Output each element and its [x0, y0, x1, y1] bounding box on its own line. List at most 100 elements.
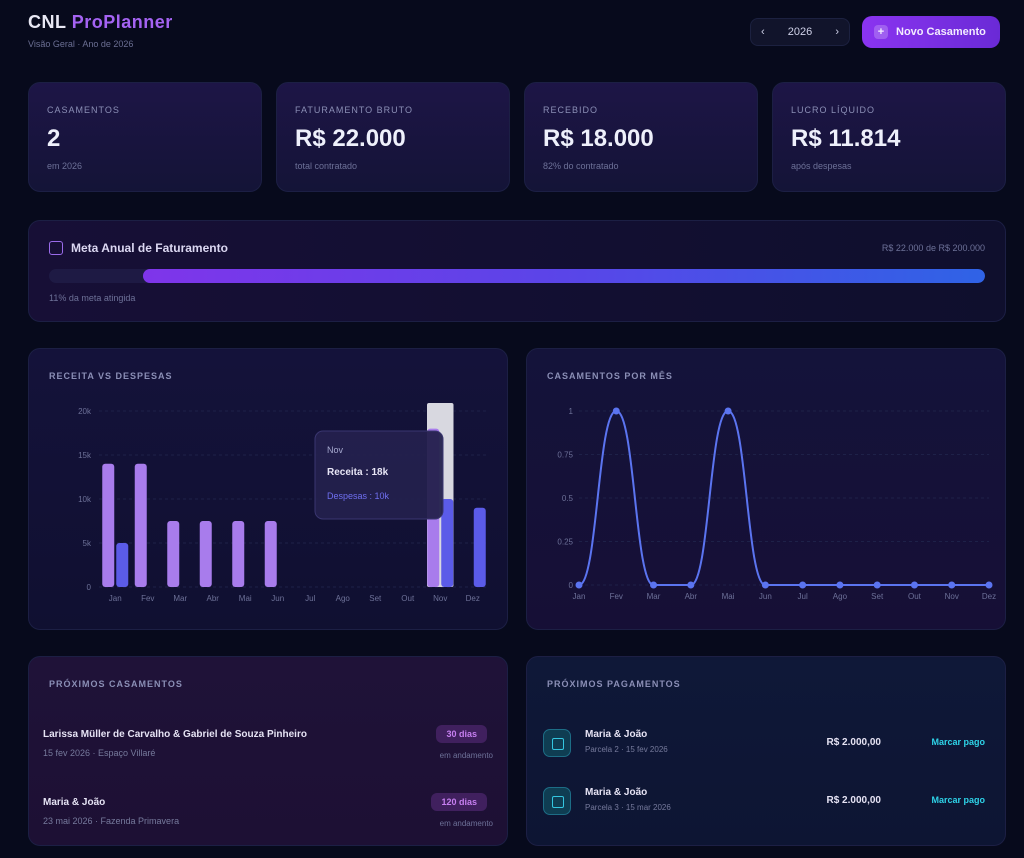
logo-part1: CNL: [28, 12, 67, 32]
goal-progress-fill: [142, 269, 985, 283]
stat-card-weddings: Casamentos 2 em 2026: [28, 82, 262, 192]
x-tick-label: Abr: [207, 594, 220, 603]
x-tick-label: Ago: [336, 594, 351, 603]
x-tick-label: Mar: [647, 592, 661, 601]
upcoming-weddings-panel: Próximos Casamentos Larissa Müller de Ca…: [28, 656, 508, 846]
x-tick-label: Jun: [271, 594, 284, 603]
stat-label: Recebido: [543, 105, 599, 115]
chevron-left-icon[interactable]: ‹: [761, 26, 765, 38]
goal-range: R$ 22.000 de R$ 200.000: [881, 243, 985, 253]
x-tick-label: Ago: [833, 592, 848, 601]
x-tick-label: Mar: [173, 594, 187, 603]
tooltip-month: Nov: [327, 445, 344, 455]
payment-title: Maria & João: [585, 787, 648, 798]
chevron-right-icon[interactable]: ›: [835, 26, 839, 38]
data-point: [575, 581, 583, 589]
annual-goal-card: Meta Anual de Faturamento R$ 22.000 de R…: [28, 220, 1006, 322]
stat-card-net-profit: Lucro Líquido R$ 11.814 após despesas: [772, 82, 1006, 192]
stat-value: R$ 11.814: [791, 125, 901, 152]
list-item: Maria & João Parcela 3 · 15 mar 2026 R$ …: [543, 783, 985, 823]
y-tick-label: 15k: [78, 451, 92, 460]
event-meta: 23 mai 2026 · Fazenda Primavera: [43, 816, 180, 826]
stat-sub: após despesas: [791, 161, 852, 171]
revenue-expenses-panel: Receita vs Despesas 0 5k 10k 15k 20k Jan Fev Ma…: [28, 348, 508, 630]
data-point: [650, 581, 658, 589]
stat-value: 2: [47, 125, 61, 152]
x-tick-label: Jan: [109, 594, 122, 603]
x-tick-label: Set: [871, 592, 884, 601]
tooltip-receita: Receita : 18k: [327, 467, 389, 478]
y-tick-label: 0.25: [557, 538, 573, 547]
y-tick-label: 0: [569, 581, 574, 590]
x-tick-label: Mai: [239, 594, 252, 603]
new-wedding-button[interactable]: + Novo Casamento: [862, 16, 1000, 48]
mark-paid-button[interactable]: Marcar pago: [931, 737, 985, 747]
list-item[interactable]: Larissa Müller de Carvalho & Gabriel de …: [43, 725, 493, 760]
revenue-expenses-chart: 0 5k 10k 15k 20k Jan Fev Mar Abr Mai Jun Jul Ago Set O…: [78, 403, 489, 603]
bar-receita: [264, 521, 277, 587]
x-tick-label: Out: [401, 594, 415, 603]
goal-note: 11% da meta atingida: [49, 293, 136, 303]
x-tick-label: Dez: [982, 592, 996, 601]
payment-icon: [543, 729, 571, 757]
payment-icon: [543, 787, 571, 815]
stat-value: R$ 22.000: [295, 125, 406, 152]
stat-card-gross-revenue: Faturamento Bruto R$ 22.000 total contra…: [276, 82, 510, 192]
tooltip-despesa: Despesas : 10k: [327, 491, 390, 501]
y-tick-label: 0.75: [557, 451, 573, 460]
days-badge: 120 dias: [431, 793, 487, 811]
payment-meta: Parcela 3 · 15 mar 2026: [585, 803, 671, 812]
bar-despesas: [116, 543, 129, 587]
x-tick-label: Out: [908, 592, 922, 601]
list-item[interactable]: Maria & João 23 mai 2026 · Fazenda Prima…: [43, 793, 493, 828]
stat-label: Faturamento Bruto: [295, 105, 414, 115]
data-point: [873, 581, 881, 589]
chart-tooltip: Nov Receita : 18k Despesas : 10k: [314, 430, 444, 520]
target-icon: [49, 241, 63, 255]
payment-amount: R$ 2.000,00: [826, 795, 882, 806]
stat-label: Lucro Líquido: [791, 105, 876, 115]
event-title: Maria & João: [43, 797, 106, 808]
x-tick-label: Dez: [466, 594, 480, 603]
list-item: Maria & João Parcela 2 · 15 fev 2026 R$ …: [543, 725, 985, 765]
stat-sub: em 2026: [47, 161, 83, 171]
mark-paid-button[interactable]: Marcar pago: [931, 795, 985, 805]
bar-receita: [134, 463, 147, 587]
data-point: [985, 581, 993, 589]
y-tick-label: 5k: [83, 539, 92, 548]
x-tick-label: Nov: [433, 594, 447, 603]
data-point: [910, 581, 918, 589]
event-title: Larissa Müller de Carvalho & Gabriel de …: [43, 729, 307, 740]
goal-title: Meta Anual de Faturamento: [71, 241, 228, 255]
payment-title: Maria & João: [585, 729, 648, 740]
upcoming-payments-panel: Próximos Pagamentos Maria & João Parcela…: [526, 656, 1006, 846]
x-tick-label: Jul: [305, 594, 315, 603]
payment-meta: Parcela 2 · 15 fev 2026: [585, 745, 668, 754]
bar-receita: [199, 521, 212, 587]
y-tick-label: 0: [87, 583, 92, 592]
year-selector[interactable]: ‹ 2026 ›: [750, 18, 850, 46]
year-value: 2026: [787, 26, 813, 38]
y-tick-label: 1: [569, 407, 574, 416]
x-tick-label: Nov: [945, 592, 959, 601]
panel-title: Próximos Pagamentos: [547, 679, 681, 689]
stat-label: Casamentos: [47, 105, 120, 115]
x-tick-label: Jan: [573, 592, 586, 601]
x-tick-label: Fev: [610, 592, 623, 601]
event-status: em andamento: [439, 751, 493, 760]
data-point: [836, 581, 844, 589]
x-tick-label: Jun: [759, 592, 772, 601]
bar-despesas: [473, 507, 486, 587]
x-tick-label: Fev: [141, 594, 154, 603]
y-tick-label: 10k: [78, 495, 92, 504]
data-point: [612, 407, 620, 415]
x-tick-label: Mai: [722, 592, 735, 601]
x-tick-label: Set: [369, 594, 382, 603]
y-tick-label: 20k: [78, 407, 92, 416]
data-point: [687, 581, 695, 589]
days-badge: 30 dias: [436, 725, 487, 743]
stat-sub: total contratado: [295, 161, 358, 171]
panel-title: Próximos Casamentos: [49, 679, 183, 689]
data-point: [724, 407, 732, 415]
stat-card-received: Recebido R$ 18.000 82% do contratado: [524, 82, 758, 192]
